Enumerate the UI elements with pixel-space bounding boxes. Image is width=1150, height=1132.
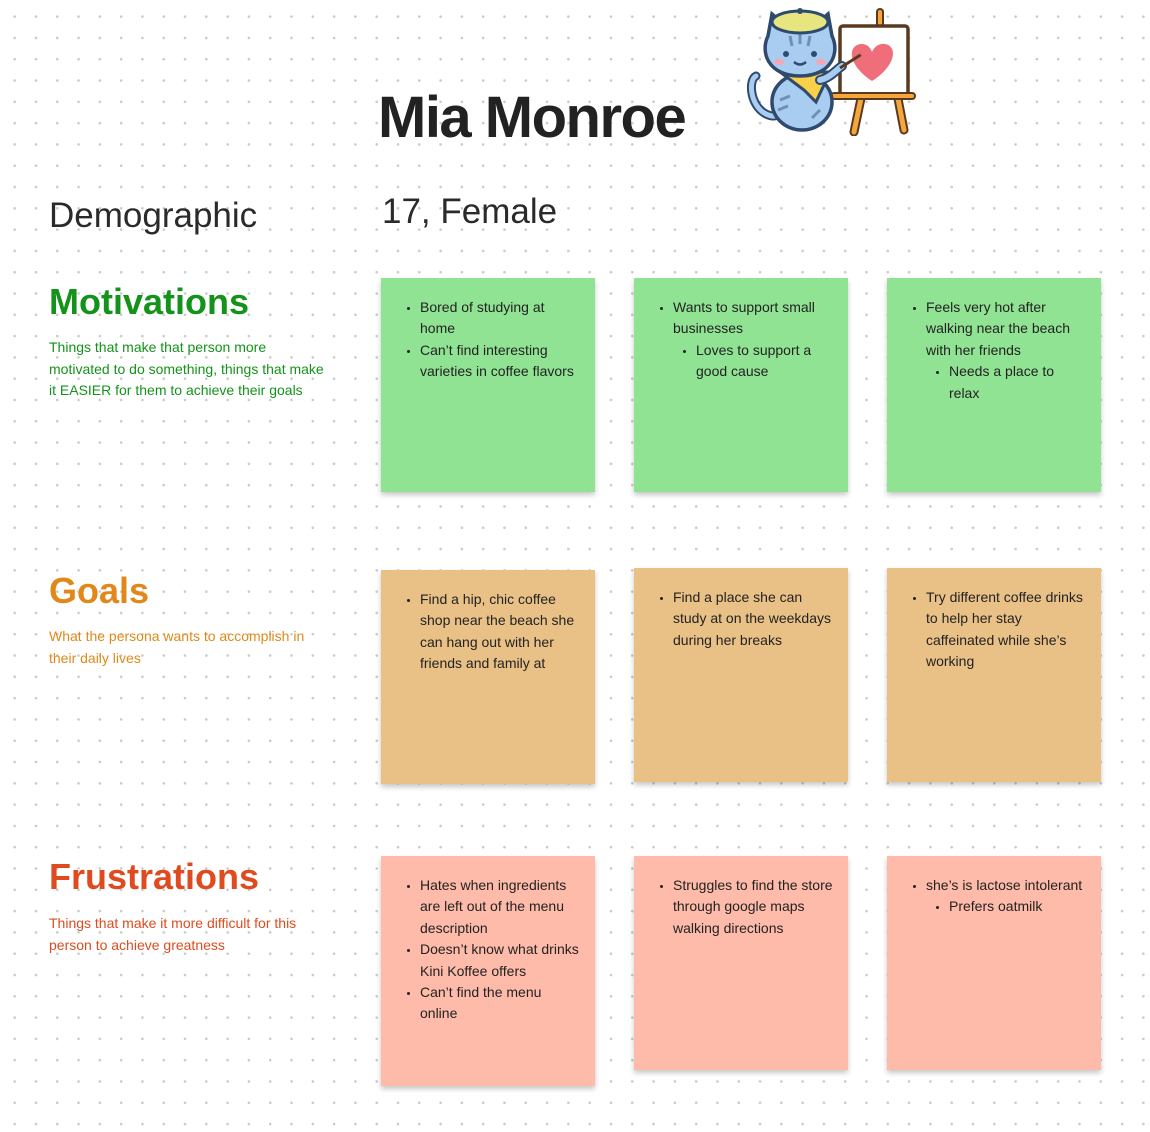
note-item: Can’t find interesting varieties in coff… [420,340,581,383]
sticky-note[interactable]: Struggles to find the store through goog… [634,856,848,1070]
easel-icon [830,8,916,136]
note-list: Wants to support small businesses Loves … [644,297,834,383]
note-list: Try different coffee drinks to help her … [897,587,1087,673]
note-item-text: Wants to support small businesses [673,299,815,337]
cat-painter-icon [746,8,916,136]
note-item: Can’t find the menu online [420,982,581,1025]
persona-name: Mia Monroe [378,85,687,150]
sticky-note[interactable]: she’s is lactose intolerant Prefers oatm… [887,856,1101,1070]
note-list: Struggles to find the store through goog… [644,875,834,939]
note-list: Find a place she can study at on the wee… [644,587,834,651]
sticky-note[interactable]: Hates when ingredients are left out of t… [381,856,595,1086]
note-item: Doesn’t know what drinks Kini Koffee off… [420,939,581,982]
note-sublist: Loves to support a good cause [673,340,834,383]
motivations-description: Things that make that person more motiva… [49,339,324,398]
sticky-note[interactable]: Try different coffee drinks to help her … [887,568,1101,782]
frustrations-heading: Frustrations [49,856,260,897]
note-sublist: Prefers oatmilk [926,896,1087,917]
motivations-heading: Motivations [49,281,250,322]
sticky-note[interactable]: Wants to support small businesses Loves … [634,278,848,492]
note-subitem: Loves to support a good cause [696,340,834,383]
note-item: she’s is lactose intolerant Prefers oatm… [926,875,1087,918]
sticky-note[interactable]: Bored of studying at home Can’t find int… [381,278,595,492]
note-list: Feels very hot after walking near the be… [897,297,1087,404]
note-list: she’s is lactose intolerant Prefers oatm… [897,875,1087,918]
note-sublist: Needs a place to relax [926,361,1087,404]
note-item: Find a hip, chic coffee shop near the be… [420,589,581,675]
note-subitem: Needs a place to relax [949,361,1087,404]
sticky-note[interactable]: Find a hip, chic coffee shop near the be… [381,570,595,784]
note-item: Try different coffee drinks to help her … [926,587,1087,673]
note-list: Bored of studying at home Can’t find int… [391,297,581,383]
note-item: Find a place she can study at on the wee… [673,587,834,651]
sticky-note[interactable]: Feels very hot after walking near the be… [887,278,1101,492]
note-item-text: she’s is lactose intolerant [926,877,1083,893]
note-item: Wants to support small businesses Loves … [673,297,834,383]
note-item: Struggles to find the store through goog… [673,875,834,939]
note-item: Bored of studying at home [420,297,581,340]
note-item: Feels very hot after walking near the be… [926,297,1087,404]
goals-description: What the persona wants to accomplish in … [49,628,305,666]
demographic-value: 17, Female [382,192,558,231]
frustrations-description: Things that make it more difficult for t… [49,915,297,953]
note-item-text: Feels very hot after walking near the be… [926,299,1070,358]
note-list: Hates when ingredients are left out of t… [391,875,581,1025]
goals-heading: Goals [49,570,150,611]
note-list: Find a hip, chic coffee shop near the be… [391,589,581,675]
note-subitem: Prefers oatmilk [949,896,1087,917]
demographic-label: Demographic [49,196,258,235]
note-item: Hates when ingredients are left out of t… [420,875,581,939]
sticky-note[interactable]: Find a place she can study at on the wee… [634,568,848,782]
